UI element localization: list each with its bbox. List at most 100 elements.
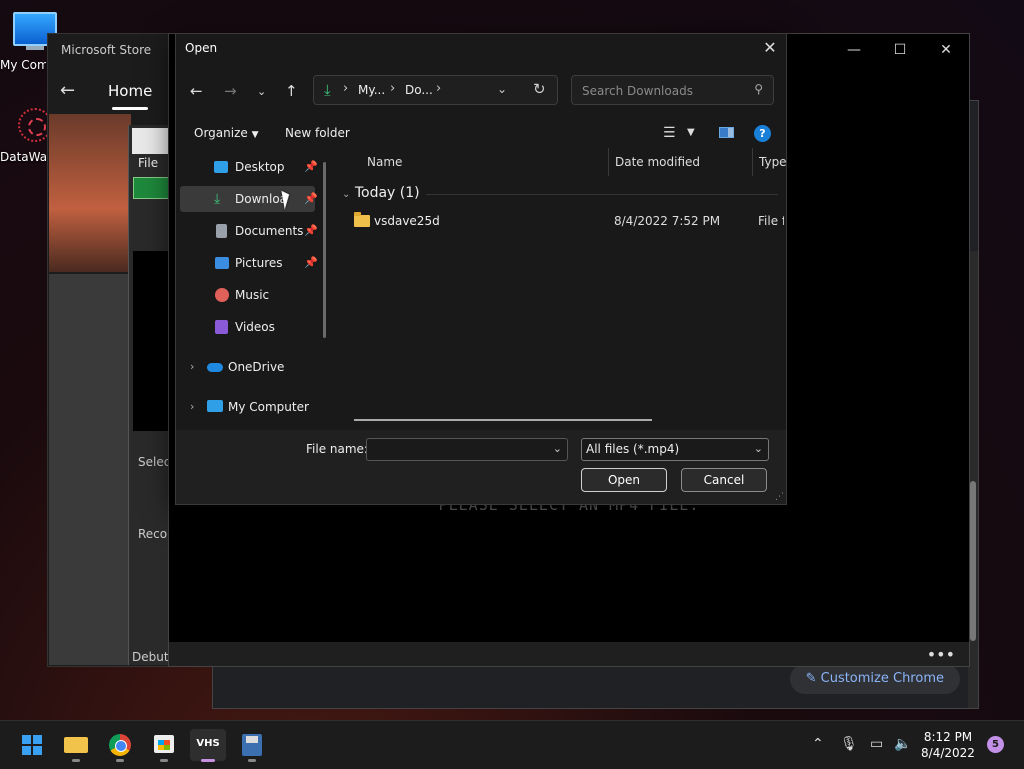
preview-area bbox=[133, 251, 169, 431]
store-icon bbox=[154, 735, 174, 753]
nav-item-my-computer[interactable]: › My Computer bbox=[180, 394, 320, 420]
dialog-title: Open bbox=[185, 41, 218, 55]
nav-item-documents[interactable]: Documents 📌 bbox=[180, 218, 320, 244]
volume-icon[interactable]: 🔈 bbox=[894, 736, 911, 752]
customize-chrome-button[interactable]: ✎ Customize Chrome bbox=[789, 664, 960, 694]
file-name-label: File name: bbox=[306, 442, 368, 456]
column-header-name[interactable]: Name bbox=[367, 155, 402, 169]
address-bar[interactable]: ⤓ › My... › Do... › ⌄ ↻ bbox=[313, 75, 558, 105]
resize-grip-icon[interactable]: ⋰ bbox=[775, 492, 784, 502]
column-header-type[interactable]: Type bbox=[759, 155, 787, 169]
more-options-icon[interactable]: ••• bbox=[927, 644, 955, 666]
column-header-date-modified[interactable]: Date modified bbox=[615, 155, 700, 169]
document-icon bbox=[216, 224, 227, 238]
help-icon[interactable]: ? bbox=[754, 125, 771, 142]
nav-item-pictures[interactable]: Pictures 📌 bbox=[180, 250, 320, 276]
nav-scrollbar[interactable] bbox=[323, 162, 326, 338]
forward-arrow-icon[interactable]: → bbox=[224, 82, 237, 100]
start-button[interactable] bbox=[14, 729, 50, 761]
chevron-down-icon: ⌄ bbox=[342, 189, 351, 200]
horizontal-scrollbar[interactable] bbox=[354, 419, 652, 421]
nav-item-desktop[interactable]: Desktop 📌 bbox=[180, 154, 320, 180]
taskbar-chrome[interactable] bbox=[102, 729, 138, 762]
nav-item-videos[interactable]: Videos bbox=[180, 314, 320, 340]
desktop-icon bbox=[214, 161, 228, 173]
chevron-down-icon: ▼ bbox=[251, 130, 259, 140]
search-box[interactable]: ⚲ bbox=[571, 75, 774, 105]
file-row[interactable]: vsdave25d 8/4/2022 7:52 PM File fo bbox=[354, 212, 784, 234]
taskbar-vhs-app[interactable]: VHS bbox=[190, 729, 226, 762]
preview-pane-icon[interactable] bbox=[719, 127, 734, 138]
nav-item-onedrive[interactable]: › OneDrive bbox=[180, 354, 320, 380]
close-icon[interactable]: ✕ bbox=[754, 34, 786, 62]
breadcrumb-item[interactable]: My... bbox=[358, 83, 385, 97]
download-icon: ⤓ bbox=[324, 81, 331, 99]
computer-icon bbox=[207, 400, 223, 412]
view-options-icon[interactable]: ☰ bbox=[663, 125, 676, 141]
cancel-button[interactable]: Cancel bbox=[681, 468, 767, 492]
desktop-icon-label: My Com bbox=[0, 58, 46, 72]
microphone-icon[interactable]: 🎙 bbox=[840, 736, 858, 752]
chevron-right-icon[interactable]: › bbox=[190, 394, 194, 420]
cloud-icon bbox=[207, 363, 223, 372]
footer-bar: ••• bbox=[169, 642, 969, 666]
taskbar-file-explorer[interactable] bbox=[58, 729, 94, 762]
refresh-icon[interactable]: ↻ bbox=[533, 80, 546, 98]
taskbar-video-editor[interactable] bbox=[234, 729, 270, 762]
open-file-dialog[interactable]: Open ✕ ← → ⌄ ↑ ⤓ › My... › Do... › ⌄ ↻ ⚲… bbox=[175, 33, 787, 505]
folder-icon bbox=[64, 737, 88, 753]
desktop-icon-label: DataWag bbox=[0, 150, 52, 164]
taskbar: VHS ⌃ 🎙 ▭ 🔈 8:12 PM 8/4/2022 5 bbox=[0, 720, 1024, 769]
floppy-icon bbox=[132, 128, 169, 154]
tab-home[interactable]: Home bbox=[108, 82, 152, 110]
menu-button[interactable] bbox=[133, 177, 169, 199]
file-type-select[interactable]: All files (*.mp4) ⌄ bbox=[581, 438, 769, 461]
nav-item-downloads[interactable]: ⤓ Downloads 📌 bbox=[180, 186, 318, 212]
up-arrow-icon[interactable]: ↑ bbox=[285, 82, 298, 100]
window-title: Microsoft Store bbox=[61, 43, 152, 57]
minimize-icon[interactable]: — bbox=[831, 34, 877, 66]
chevron-down-icon[interactable]: ▼ bbox=[687, 127, 695, 138]
chevron-down-icon[interactable]: ⌄ bbox=[754, 442, 763, 455]
folder-icon bbox=[354, 212, 370, 227]
maximize-icon[interactable]: ☐ bbox=[877, 34, 923, 66]
back-arrow-icon[interactable]: ← bbox=[60, 80, 75, 101]
chrome-icon bbox=[109, 734, 131, 756]
content-panel bbox=[49, 274, 131, 665]
pictures-icon bbox=[215, 257, 229, 269]
group-header-today[interactable]: ⌄ Today (1) bbox=[342, 185, 420, 201]
address-dropdown-icon[interactable]: ⌄ bbox=[497, 82, 507, 96]
breadcrumb-chevron-icon[interactable]: › bbox=[343, 81, 348, 96]
hero-image bbox=[49, 114, 131, 334]
menu-file[interactable]: File bbox=[138, 156, 158, 170]
notification-badge[interactable]: 5 bbox=[987, 736, 1004, 753]
file-name-input[interactable]: ⌄ bbox=[366, 438, 568, 461]
network-icon[interactable]: ▭ bbox=[870, 736, 883, 752]
windows-start-icon bbox=[22, 735, 42, 755]
new-folder-button[interactable]: New folder bbox=[285, 126, 350, 140]
back-arrow-icon[interactable]: ← bbox=[190, 82, 203, 100]
chevron-up-icon[interactable]: ⌃ bbox=[812, 736, 824, 752]
breadcrumb-item[interactable]: Do... bbox=[405, 83, 433, 97]
search-icon[interactable]: ⚲ bbox=[754, 82, 763, 96]
taskbar-microsoft-store[interactable] bbox=[146, 729, 182, 762]
search-input[interactable] bbox=[580, 81, 744, 101]
record-label: Recor bbox=[138, 527, 173, 541]
chevron-down-icon[interactable]: ⌄ bbox=[553, 442, 562, 455]
navigation-pane[interactable]: Desktop 📌 ⤓ Downloads 📌 Documents 📌 Pict… bbox=[176, 152, 331, 428]
recent-locations-chevron-icon[interactable]: ⌄ bbox=[257, 85, 266, 98]
clock[interactable]: 8:12 PM 8/4/2022 bbox=[915, 729, 981, 761]
pin-icon: 📌 bbox=[304, 192, 318, 205]
breadcrumb-chevron-icon[interactable]: › bbox=[390, 81, 395, 96]
pin-icon: 📌 bbox=[304, 256, 318, 269]
dialog-footer: File name: ⌄ All files (*.mp4) ⌄ Open Ca… bbox=[176, 430, 786, 504]
organize-button[interactable]: Organize ▼ bbox=[194, 126, 259, 140]
vhs-editor-window[interactable]: File Select Recor Debut bbox=[128, 125, 175, 665]
videos-icon bbox=[215, 320, 228, 334]
breadcrumb-chevron-icon[interactable]: › bbox=[436, 81, 441, 96]
chevron-right-icon[interactable]: › bbox=[190, 354, 194, 380]
open-button[interactable]: Open bbox=[581, 468, 667, 492]
nav-item-music[interactable]: Music bbox=[180, 282, 320, 308]
close-icon[interactable]: ✕ bbox=[923, 34, 969, 66]
pin-icon: 📌 bbox=[304, 160, 318, 173]
